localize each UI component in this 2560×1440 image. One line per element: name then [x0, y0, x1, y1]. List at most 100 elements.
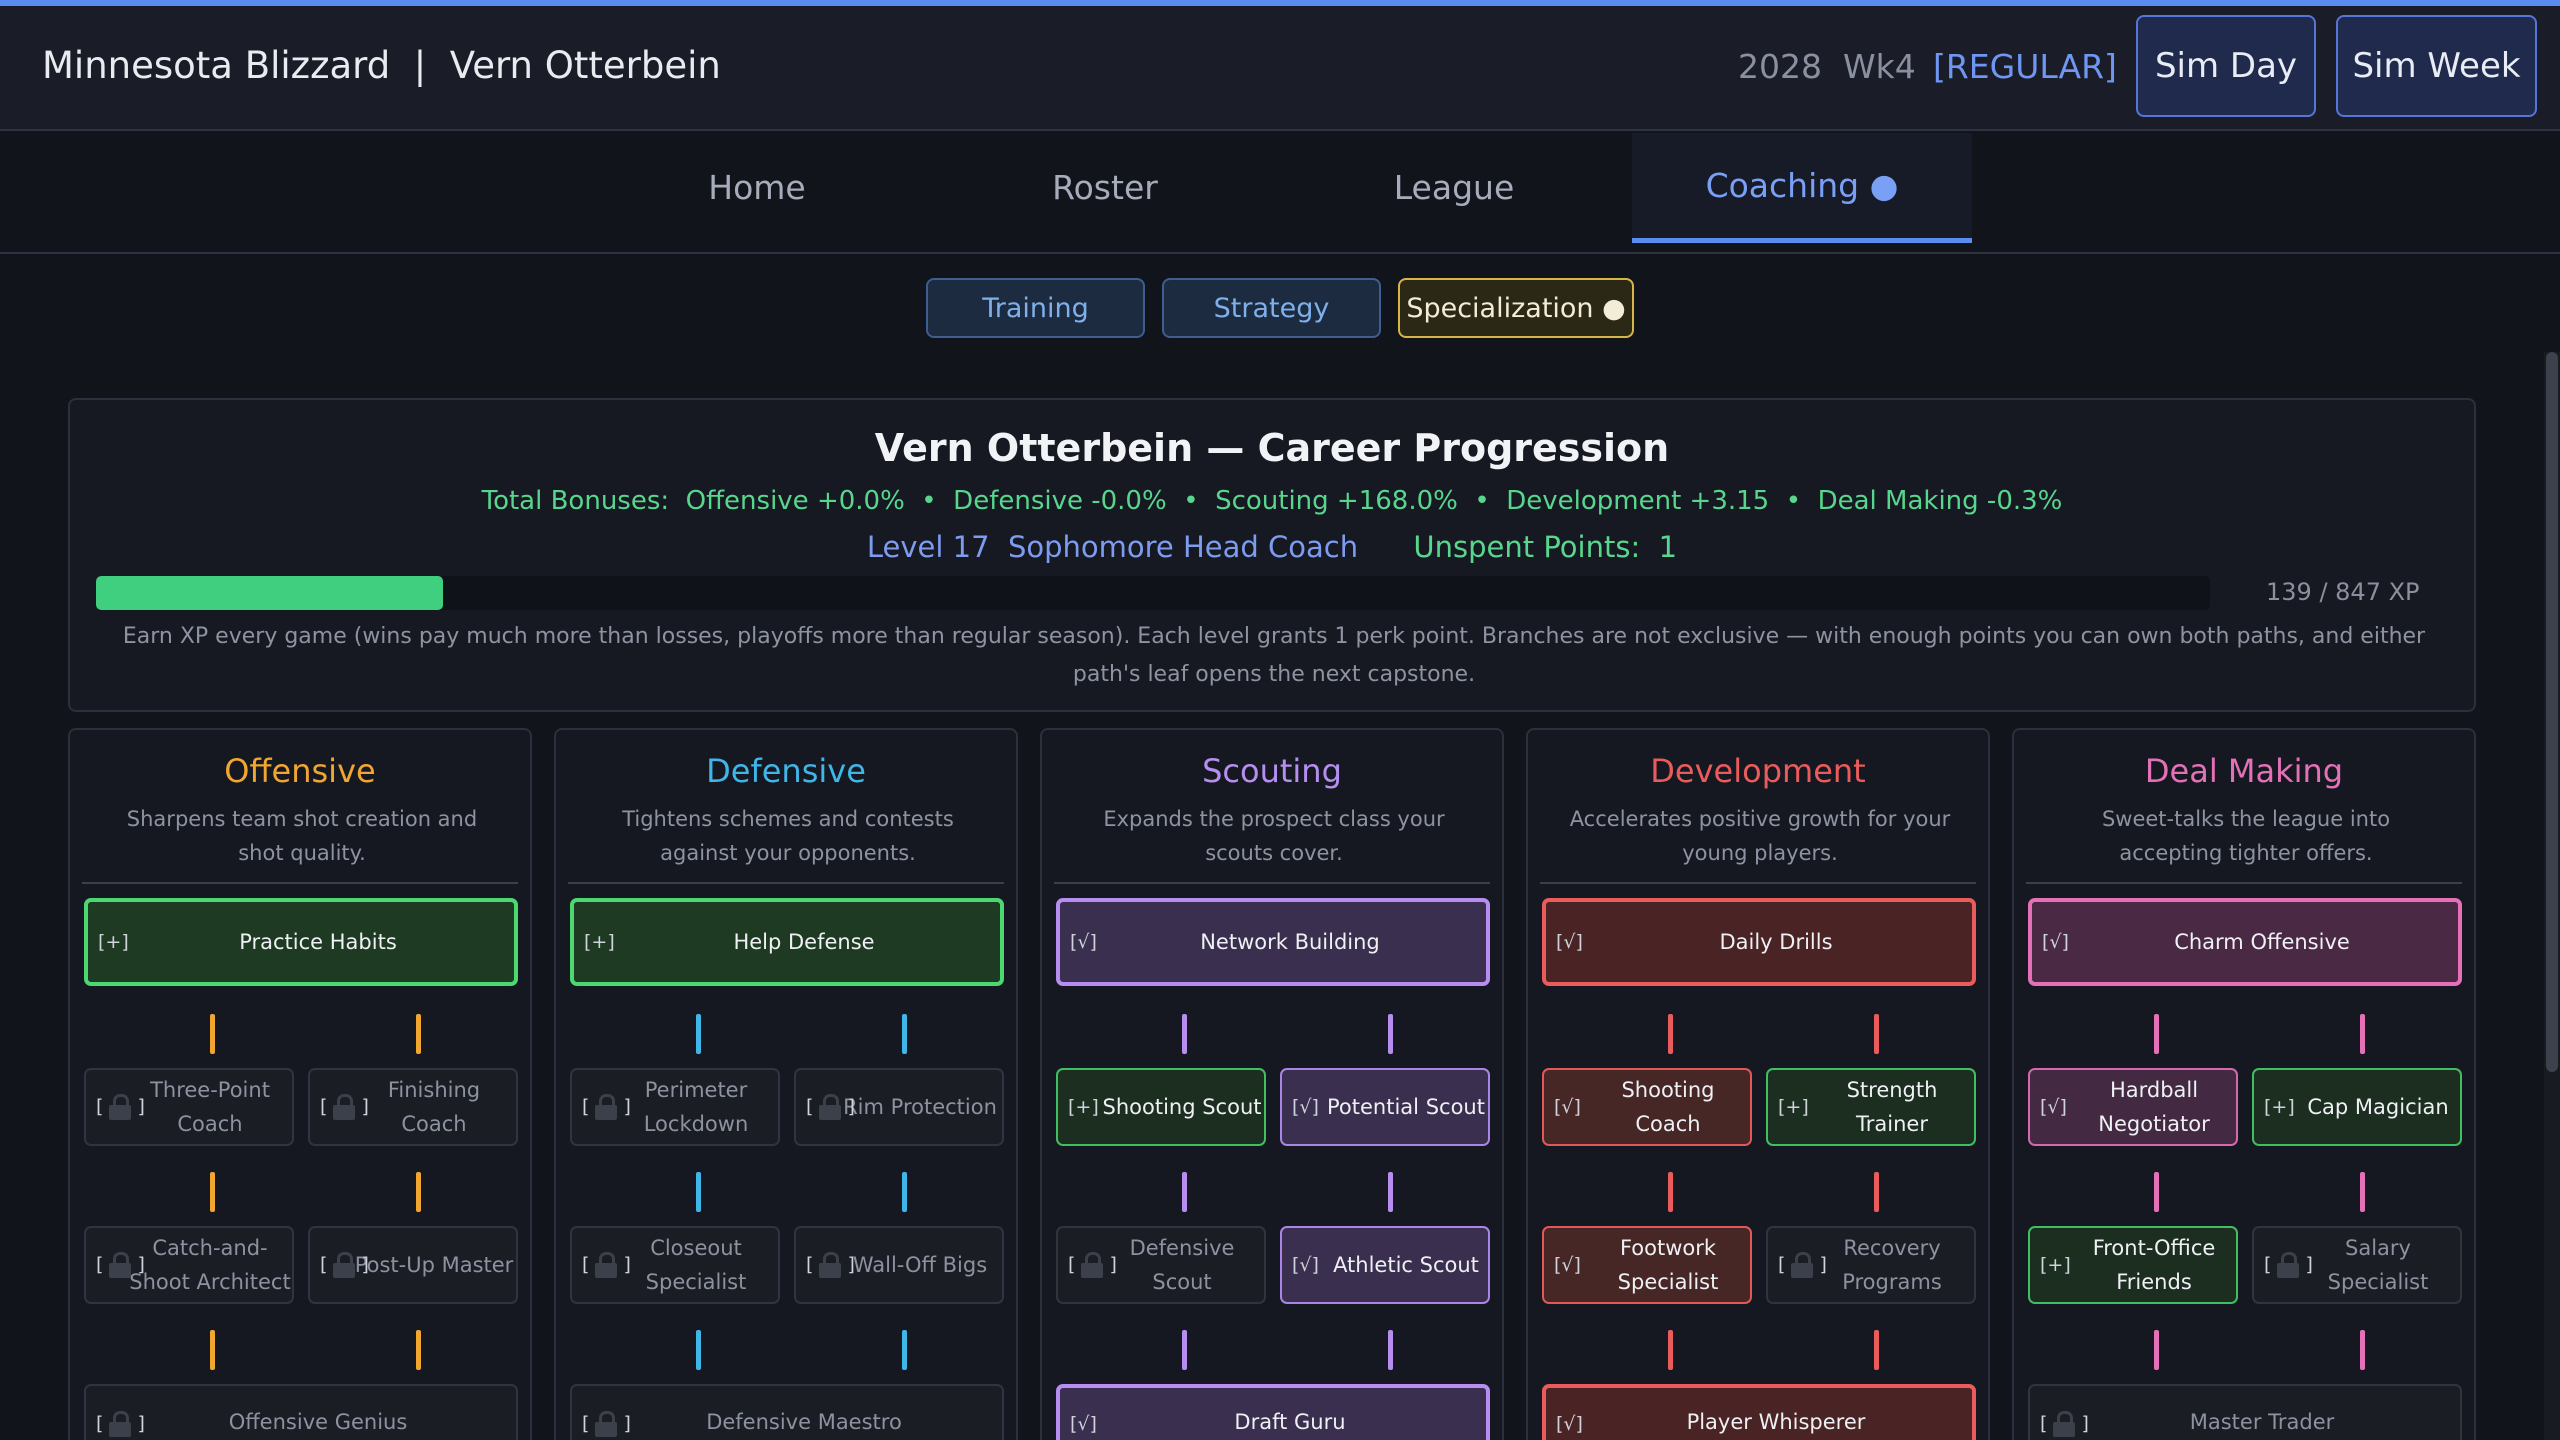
unspent-points: Unspent Points: 1	[1413, 530, 1678, 564]
subtab-specialization[interactable]: Specialization ●	[1398, 278, 1634, 338]
branch-title: Scouting	[1202, 752, 1342, 790]
tab-home[interactable]: Home	[657, 133, 857, 242]
perk-post-up-master[interactable]: [ ] Post-Up Master	[308, 1226, 518, 1304]
perk-closeout-specialist[interactable]: [ ] Closeout Specialist	[570, 1226, 780, 1304]
xp-progress-fill	[96, 576, 443, 610]
branch-description: Sweet-talks the league into accepting ti…	[2101, 807, 2391, 865]
divider	[1054, 882, 1490, 884]
branch-description: Accelerates positive growth for your you…	[1569, 807, 1951, 865]
lock-icon	[595, 1094, 618, 1120]
lock-icon	[109, 1094, 132, 1120]
branch-connector	[1874, 1330, 1879, 1370]
perk-shooting-scout[interactable]: [+] Shooting Scout	[1056, 1068, 1266, 1146]
perk-label: Network Building	[1200, 930, 1380, 954]
xp-progress-bar	[96, 576, 2210, 610]
lock-icon	[819, 1094, 842, 1120]
tab-league[interactable]: League	[1354, 133, 1554, 242]
sim-week-button[interactable]: Sim Week	[2336, 15, 2537, 117]
perk-finishing-coach[interactable]: [ ] Finishing Coach	[308, 1068, 518, 1146]
xp-explanation: Earn XP every game (wins pay much more t…	[122, 624, 2426, 687]
perk-wall-off-bigs[interactable]: [ ] Wall-Off Bigs	[794, 1226, 1004, 1304]
subtab-strategy[interactable]: Strategy	[1162, 278, 1381, 338]
branch-connector	[2154, 1172, 2159, 1212]
perk-catch-and-shoot-architect[interactable]: [ ] Catch-and-Shoot Architect	[84, 1226, 294, 1304]
perk-potential-scout[interactable]: [√] Potential Scout	[1280, 1068, 1490, 1146]
perk-rim-protection[interactable]: [ ] Rim Protection	[794, 1068, 1004, 1146]
perk-master-trader[interactable]: [ ] Master Trader	[2028, 1384, 2462, 1440]
branch-connector	[210, 1330, 215, 1370]
perk-offensive-genius[interactable]: [ ] Offensive Genius	[84, 1384, 518, 1440]
perk-player-whisperer[interactable]: [√] Player Whisperer	[1542, 1384, 1976, 1440]
perk-status-mark: [√]	[2042, 931, 2069, 953]
tab-roster[interactable]: Roster	[1005, 133, 1205, 242]
subtab-training[interactable]: Training	[926, 278, 1145, 338]
lock-icon	[1081, 1252, 1104, 1278]
perk-three-point-coach[interactable]: [ ] Three-Point Coach	[84, 1068, 294, 1146]
branch-title: Defensive	[706, 752, 866, 790]
lock-icon	[819, 1252, 842, 1278]
branch-connector	[2360, 1172, 2365, 1212]
branch-connector	[1668, 1014, 1673, 1054]
branch-description: Tightens schemes and contests against yo…	[622, 807, 954, 865]
perk-practice-habits[interactable]: [+] Practice Habits	[84, 898, 518, 986]
perk-defensive-scout[interactable]: [ ] Defensive Scout	[1056, 1226, 1266, 1304]
perk-perimeter-lockdown[interactable]: [ ] Perimeter Lockdown	[570, 1068, 780, 1146]
perk-charm-offensive[interactable]: [√] Charm Offensive	[2028, 898, 2462, 986]
perk-hardball-negotiator[interactable]: [√] Hardball Negotiator	[2028, 1068, 2238, 1146]
xp-count: 139 / 847 XP	[2266, 578, 2420, 606]
branch-connector	[1182, 1172, 1187, 1212]
perk-salary-specialist[interactable]: [ ] Salary Specialist	[2252, 1226, 2462, 1304]
lock-icon	[2053, 1411, 2076, 1437]
branch-connector	[902, 1014, 907, 1054]
career-progression-panel: Vern Otterbein — Career Progression Tota…	[68, 398, 2476, 712]
branch-connector	[1874, 1014, 1879, 1054]
perk-status-mark: [√]	[1292, 1096, 1319, 1118]
perk-recovery-programs[interactable]: [ ] Recovery Programs	[1766, 1226, 1976, 1304]
branch-connector	[210, 1014, 215, 1054]
perk-label: Offensive Genius	[228, 1410, 408, 1434]
lock-icon	[333, 1094, 356, 1120]
branch-defensive: Defensive Tightens schemes and contests …	[554, 728, 1018, 1440]
perk-draft-guru[interactable]: [√] Draft Guru	[1056, 1384, 1490, 1440]
tab-coaching[interactable]: Coaching ●	[1632, 133, 1972, 243]
sim-day-button[interactable]: Sim Day	[2136, 15, 2316, 117]
season-week: 2028 Wk4	[1738, 47, 1916, 86]
perk-label: Practice Habits	[239, 930, 397, 954]
perk-front-office-friends[interactable]: [+] Front-Office Friends	[2028, 1226, 2238, 1304]
perk-status-mark: [√]	[1556, 1413, 1583, 1435]
perk-status-mark: [+]	[2040, 1254, 2071, 1276]
perk-cap-magician[interactable]: [+] Cap Magician	[2252, 1068, 2462, 1146]
perk-shooting-coach[interactable]: [√] Shooting Coach	[1542, 1068, 1752, 1146]
perk-daily-drills[interactable]: [√] Daily Drills	[1542, 898, 1976, 986]
perk-help-defense[interactable]: [+] Help Defense	[570, 898, 1004, 986]
perk-label: Help Defense	[733, 930, 875, 954]
branch-description: Sharpens team shot creation and shot qua…	[126, 807, 478, 865]
lock-icon	[109, 1252, 132, 1278]
branch-connector	[2154, 1330, 2159, 1370]
branch-offensive: Offensive Sharpens team shot creation an…	[68, 728, 532, 1440]
branch-connector	[2360, 1330, 2365, 1370]
branch-connector	[696, 1330, 701, 1370]
branch-connector	[2360, 1014, 2365, 1054]
perk-athletic-scout[interactable]: [√] Athletic Scout	[1280, 1226, 1490, 1304]
team-title: Minnesota Blizzard | Vern Otterbein	[42, 44, 721, 87]
perk-label: Draft Guru	[1234, 1410, 1346, 1434]
branch-development: Development Accelerates positive growth …	[1526, 728, 1990, 1440]
level-row: Level 17 Sophomore Head Coach Unspent Po…	[70, 530, 2474, 564]
perk-status-mark: [+]	[2264, 1096, 2295, 1118]
branch-connector	[902, 1172, 907, 1212]
perk-status-mark: [√]	[1554, 1254, 1581, 1276]
perk-label: Defensive Maestro	[706, 1410, 902, 1434]
perk-network-building[interactable]: [√] Network Building	[1056, 898, 1490, 986]
perk-strength-trainer[interactable]: [+] Strength Trainer	[1766, 1068, 1976, 1146]
perk-status-mark: [+]	[98, 931, 129, 953]
branch-connector	[1388, 1172, 1393, 1212]
perk-footwork-specialist[interactable]: [√] Footwork Specialist	[1542, 1226, 1752, 1304]
branch-title: Development	[1650, 752, 1866, 790]
scrollbar-thumb[interactable]	[2546, 352, 2558, 1072]
perk-status-mark: [+]	[1778, 1096, 1809, 1118]
lock-icon	[595, 1411, 618, 1437]
perk-defensive-maestro[interactable]: [ ] Defensive Maestro	[570, 1384, 1004, 1440]
perk-status-mark: [+]	[584, 931, 615, 953]
branch-connector	[1874, 1172, 1879, 1212]
